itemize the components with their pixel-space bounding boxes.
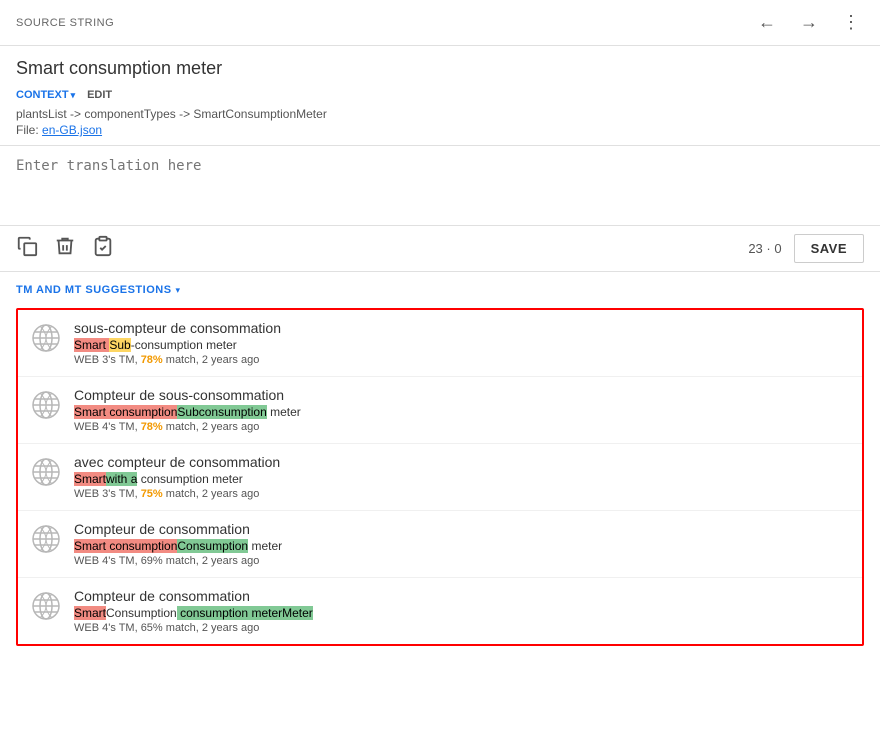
tm-icon — [30, 523, 62, 555]
paste-icon — [92, 235, 114, 257]
top-bar: SOURCE STRING ← → ⋮ — [0, 0, 880, 46]
toolbar-icons — [16, 235, 114, 262]
suggestion-content: Compteur de sous-consommation Smart consu… — [74, 387, 850, 433]
translation-input[interactable] — [16, 158, 864, 208]
forward-button[interactable]: → — [796, 8, 822, 37]
tm-icon — [30, 456, 62, 488]
back-button[interactable]: ← — [754, 8, 780, 37]
source-title: Smart consumption meter — [16, 58, 864, 79]
translation-section[interactable] — [0, 146, 880, 226]
suggestion-item[interactable]: Compteur de consommation SmartConsumption… — [18, 578, 862, 644]
suggestions-header: TM AND MT SUGGESTIONS ▾ — [16, 284, 864, 296]
suggestions-arrow-icon: ▾ — [176, 285, 181, 296]
suggestions-section: TM AND MT SUGGESTIONS ▾ sous-compteur de… — [0, 272, 880, 646]
source-section: Smart consumption meter CONTEXT ▾ EDIT p… — [0, 46, 880, 146]
suggestion-target: Compteur de consommation — [74, 588, 850, 604]
source-string-label: SOURCE STRING — [16, 17, 114, 29]
more-button[interactable]: ⋮ — [838, 8, 864, 37]
suggestion-meta: WEB 4's TM, 65% match, 2 years ago — [74, 622, 850, 634]
suggestion-target: Compteur de consommation — [74, 521, 850, 537]
suggestion-target: sous-compteur de consommation — [74, 320, 850, 336]
context-tag[interactable]: CONTEXT ▾ — [16, 89, 75, 101]
copy-icon — [16, 235, 38, 257]
suggestion-source: Smart consumptionConsumption meter — [74, 539, 850, 553]
suggestion-item[interactable]: sous-compteur de consommation Smart Sub-c… — [18, 310, 862, 377]
top-bar-actions: ← → ⋮ — [754, 8, 864, 37]
suggestion-meta: WEB 4's TM, 78% match, 2 years ago — [74, 421, 850, 433]
suggestion-source: Smart consumptionSubconsumption meter — [74, 405, 850, 419]
char-counter: 23 · 0 — [748, 241, 781, 256]
toolbar-row: 23 · 0 SAVE — [0, 226, 880, 272]
suggestions-label: TM AND MT SUGGESTIONS — [16, 284, 172, 296]
save-button[interactable]: SAVE — [794, 234, 864, 263]
tm-icon — [30, 389, 62, 421]
suggestion-item[interactable]: Compteur de consommation Smart consumptio… — [18, 511, 862, 578]
file-link[interactable]: en-GB.json — [42, 123, 102, 137]
suggestions-list: sous-compteur de consommation Smart Sub-c… — [16, 308, 864, 646]
suggestion-item[interactable]: Compteur de sous-consommation Smart consu… — [18, 377, 862, 444]
tm-icon — [30, 590, 62, 622]
meta-row: CONTEXT ▾ EDIT — [16, 89, 864, 101]
suggestion-content: avec compteur de consommation Smartwith a… — [74, 454, 850, 500]
suggestion-target: avec compteur de consommation — [74, 454, 850, 470]
suggestion-content: sous-compteur de consommation Smart Sub-c… — [74, 320, 850, 366]
suggestion-source: SmartConsumption consumption meterMeter — [74, 606, 850, 620]
delete-button[interactable] — [54, 235, 76, 262]
file-ref: File: en-GB.json — [16, 123, 864, 137]
suggestion-meta: WEB 4's TM, 69% match, 2 years ago — [74, 555, 850, 567]
suggestion-meta: WEB 3's TM, 78% match, 2 years ago — [74, 354, 850, 366]
edit-tag[interactable]: EDIT — [87, 89, 112, 101]
paste-button[interactable] — [92, 235, 114, 262]
suggestion-meta: WEB 3's TM, 75% match, 2 years ago — [74, 488, 850, 500]
suggestion-item[interactable]: avec compteur de consommation Smartwith a… — [18, 444, 862, 511]
suggestion-content: Compteur de consommation SmartConsumption… — [74, 588, 850, 634]
suggestion-target: Compteur de sous-consommation — [74, 387, 850, 403]
context-arrow-icon: ▾ — [71, 90, 76, 101]
delete-icon — [54, 235, 76, 257]
suggestion-source: Smart Sub-consumption meter — [74, 338, 850, 352]
suggestion-content: Compteur de consommation Smart consumptio… — [74, 521, 850, 567]
breadcrumb: plantsList -> componentTypes -> SmartCon… — [16, 107, 864, 121]
save-row: 23 · 0 SAVE — [748, 234, 864, 263]
tm-icon — [30, 322, 62, 354]
suggestion-source: Smartwith a consumption meter — [74, 472, 850, 486]
copy-button[interactable] — [16, 235, 38, 262]
